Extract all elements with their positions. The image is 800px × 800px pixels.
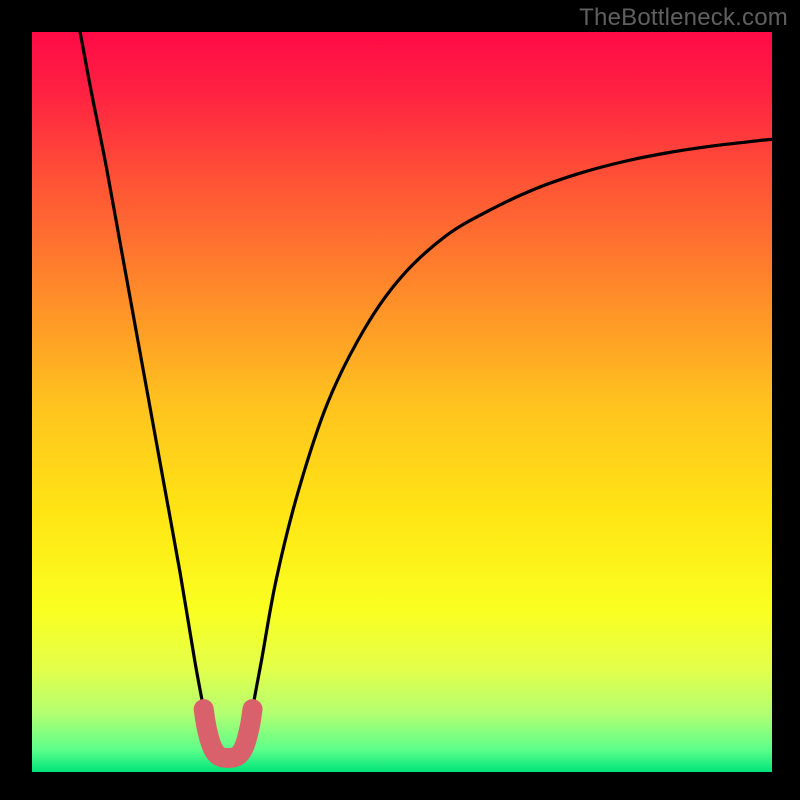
chart-background-gradient bbox=[32, 32, 772, 772]
watermark-label: TheBottleneck.com bbox=[579, 4, 788, 32]
chart-plot-area bbox=[32, 32, 772, 772]
chart-svg bbox=[32, 32, 772, 772]
